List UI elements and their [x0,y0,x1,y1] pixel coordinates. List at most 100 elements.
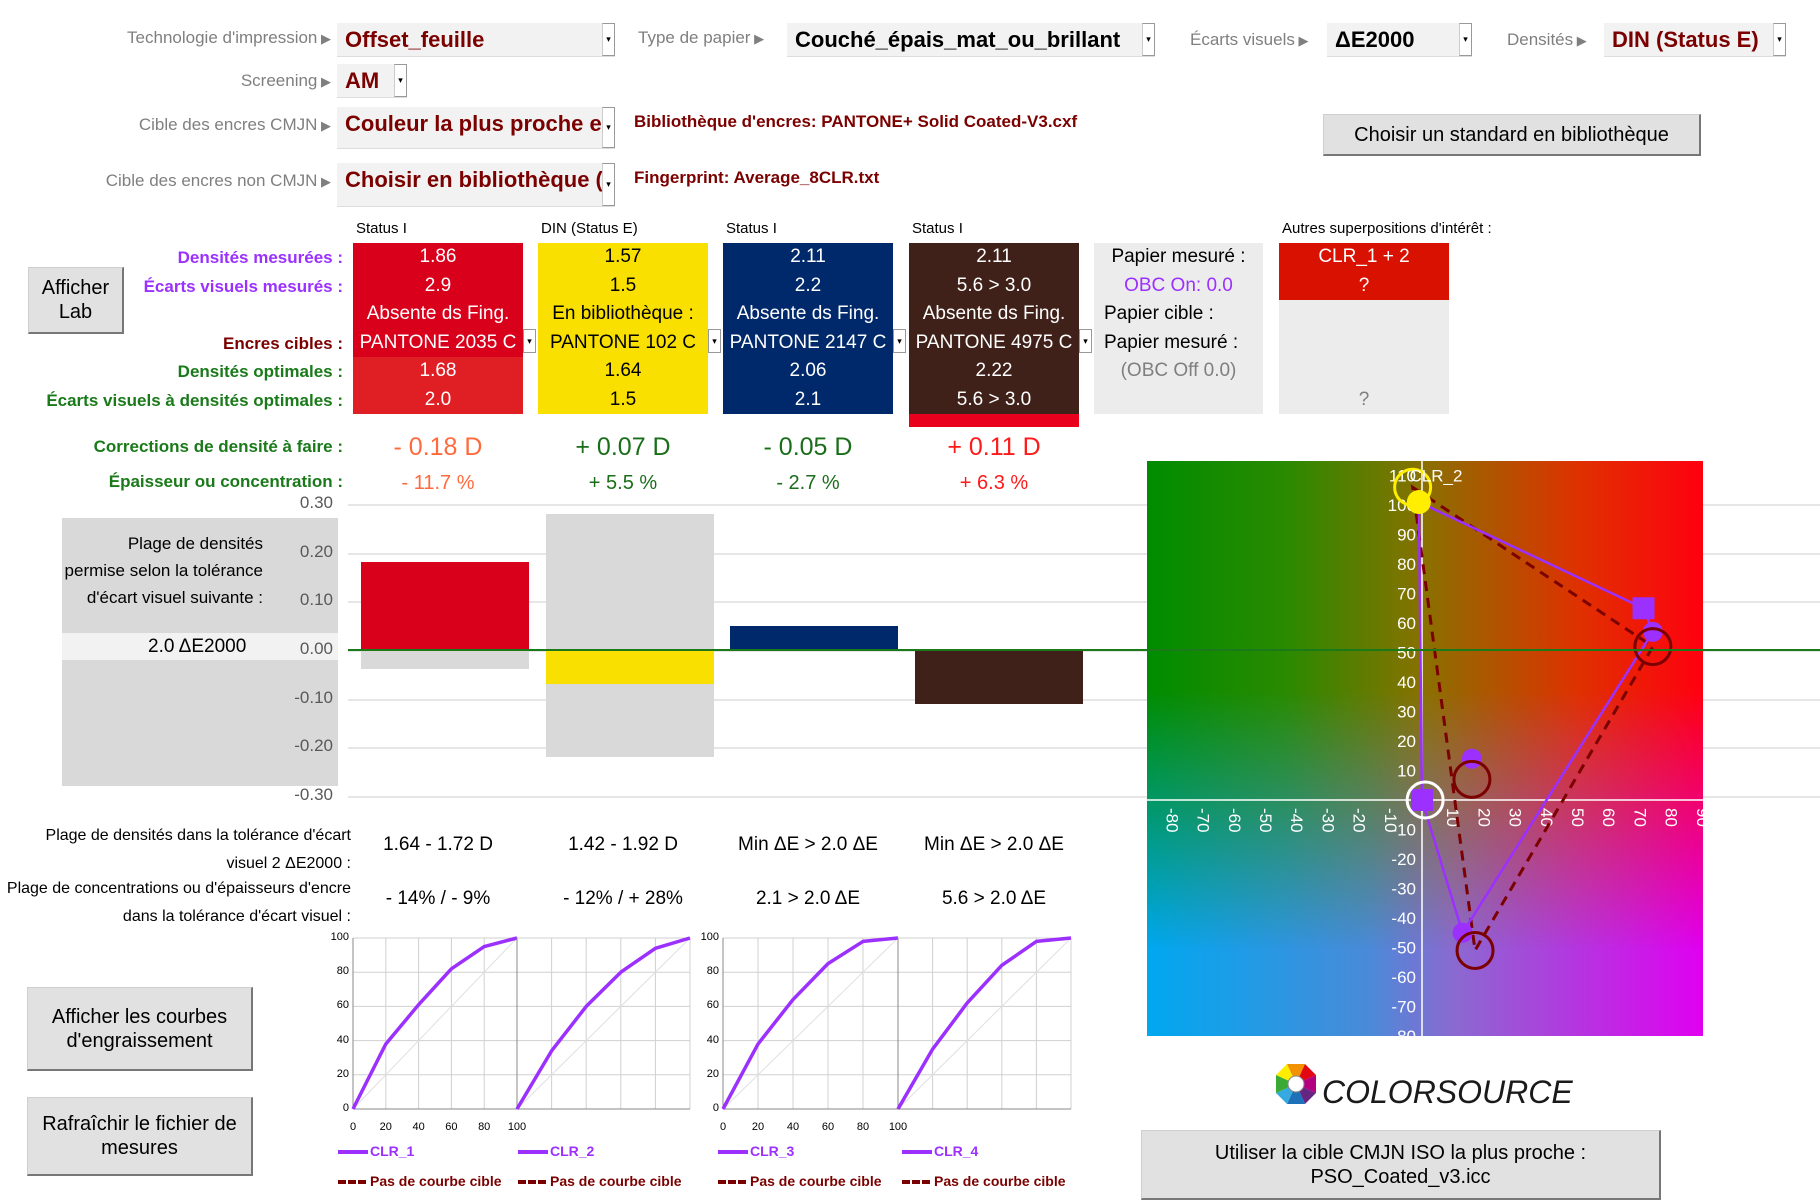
a-tick-label: 60 [1599,808,1618,827]
gain-curve-chart [896,936,1072,1110]
tolerance-text: Plage de densités permise selon la tolér… [64,534,263,607]
measured-point [1461,748,1482,769]
screen-dropdown[interactable]: AM ▾ [337,64,407,98]
choose-standard-button[interactable]: Choisir un standard en bibliothèque [1323,114,1701,156]
overprint-column: CLR_1 + 2 ? ? [1279,243,1449,414]
x-tick-label: 20 [751,1121,765,1133]
ink-target[interactable]: PANTONE 2035 C [353,328,523,357]
noncmyk-dropdown[interactable]: Choisir en bibliothèque (▾ [337,163,615,207]
show-curves-button[interactable]: Afficher les courbes d'engraissement [27,987,253,1071]
chevron-down-icon[interactable]: ▾ [893,329,906,353]
legend-item: CLR_3 [718,1143,794,1159]
b-tick-label: -60 [1391,968,1416,987]
correction-value: + 0.07 D [575,433,671,461]
legend-label: CLR_2 [550,1143,595,1159]
overprint-value-2: ? [1358,388,1370,410]
y-tick-label: 20 [336,1067,349,1080]
density-range-value: Min ΔE > 2.0 ΔE [924,834,1064,855]
point-label: CLR_2 [1410,467,1463,486]
ink-optimal-dev: 2.1 [723,385,893,414]
legend-label: CLR_1 [370,1143,415,1159]
ink-measured-density: 1.86 [353,243,523,272]
y-tick-label: -0.10 [294,687,333,707]
density-range-value: 1.64 - 1.72 D [383,834,493,855]
reference-diagonal [516,937,691,1110]
b-tick-label: -30 [1391,880,1416,899]
use-iso-target-button[interactable]: Utiliser la cible CMJN ISO la plus proch… [1141,1130,1661,1200]
measured-point [1406,490,1431,515]
conc-range-value: 5.6 > 2.0 ΔE [941,888,1047,909]
ink-column: 1.86 2.9 Absente ds Fing. PANTONE 2035 C 1.6… [353,243,523,414]
ink-target[interactable]: PANTONE 4975 C [909,328,1079,357]
chevron-down-icon[interactable]: ▾ [394,64,407,97]
x-tick-label: 40 [786,1121,800,1133]
b-tick-label: 20 [1397,732,1416,751]
ink-optimal-dev: 2.0 [353,385,523,414]
measured-overprint-point [1632,597,1655,620]
x-tick-label: 40 [412,1121,425,1133]
conc-range-value: 2.1 > 2.0 ΔE [755,888,861,909]
b-tick-label: 80 [1397,555,1416,574]
refresh-button[interactable]: Rafraîchir le fichier de mesures [27,1097,253,1176]
a-tick-label: -90 [1147,808,1150,833]
dev-value: ΔE2000 [1335,27,1415,52]
chevron-down-icon[interactable]: ▾ [1079,329,1092,353]
screen-label: Screening [241,71,331,91]
thickness-label: Épaisseur ou concentration : [108,472,343,491]
y-tick-label: 80 [706,965,719,978]
ink-target[interactable]: PANTONE 102 C [538,328,708,357]
thickness-value: - 11.7 % [401,472,475,494]
lab-chart: -80 -70 -60 -50 -40 -30 -20 -10 10 20 30 40 50 60 70 80… [1147,461,1703,1036]
noncmyk-value: Choisir en bibliothèque ( [345,167,603,192]
ink-optimal-dev: 1.5 [538,385,708,414]
b-tick-label: 50 [1397,644,1416,663]
target-point [1455,930,1495,970]
status-label: Status I [912,220,963,237]
conc-range-value: - 14% / - 9% [385,888,491,909]
paper-obc-on: OBC On: 0.0 [1124,274,1233,296]
chevron-down-icon[interactable]: ▾ [1142,23,1155,56]
paper-column: Papier mesuré : OBC On: 0.0 Papier cible… [1094,243,1263,414]
tech-dropdown[interactable]: Offset_feuille ▾ [337,23,615,57]
legend-label: CLR_3 [750,1143,795,1159]
ink-measured-dev: 2.9 [353,271,523,300]
b-tick-label: 40 [1397,673,1416,692]
corrections-label: Corrections de densité à faire : [93,437,343,456]
paper-dropdown[interactable]: Couché_épais_mat_ou_brillant ▾ [787,23,1155,57]
chevron-down-icon[interactable]: ▾ [708,329,721,353]
ink-measured-density: 2.11 [909,243,1079,272]
chevron-down-icon[interactable]: ▾ [602,107,615,148]
y-tick-label: 20 [706,1067,719,1080]
cmyk-dropdown[interactable]: Couleur la plus proche e ▾ [337,107,615,149]
colorsource-logo-icon [1275,1063,1317,1105]
chevron-down-icon[interactable]: ▾ [523,329,536,353]
show-lab-button[interactable]: Afficher Lab [28,267,124,334]
legend-item: CLR_4 [902,1143,978,1159]
ink-measured-dev: 5.6 > 3.0 [909,271,1079,300]
density-range-label: Plage de densités dans la tolérance d'éc… [45,827,351,872]
dev-dropdown[interactable]: ΔE2000 ▾ [1327,23,1472,57]
dens-label: Densités [1507,30,1587,50]
legend-dash-icon [518,1180,546,1185]
conc-range-value: - 12% / + 28% [563,888,683,909]
correction-value: + 0.11 D [947,433,1041,461]
chevron-down-icon[interactable]: ▾ [1459,23,1472,56]
y-tick-label: 0.30 [299,492,333,512]
legend-item: Pas de courbe cible [902,1173,1066,1189]
chevron-down-icon[interactable]: ▾ [602,163,615,206]
dens-dropdown[interactable]: DIN (Status E) ▾ [1604,23,1786,57]
status-label: DIN (Status E) [541,220,638,237]
library-text: Bibliothèque d'encres: PANTONE+ Solid Co… [634,112,1078,131]
ink-target[interactable]: PANTONE 2147 C [723,328,893,357]
dev-label: Écarts visuels [1190,30,1308,50]
ink-lib-status: Absente ds Fing. [353,300,523,329]
legend-line-icon [902,1150,932,1155]
ink-measured-density: 2.11 [723,243,893,272]
lab-plot: -80 -70 -60 -50 -40 -30 -20 -10 10 20 30 40 50 60 70 80… [1147,461,1703,1036]
x-tick-label: 60 [445,1121,458,1133]
dens-value: DIN (Status E) [1612,27,1759,52]
y-tick-label: 40 [706,1033,719,1046]
chevron-down-icon[interactable]: ▾ [1773,23,1786,56]
tolerance-range-bar [546,513,714,758]
chevron-down-icon[interactable]: ▾ [602,23,615,56]
